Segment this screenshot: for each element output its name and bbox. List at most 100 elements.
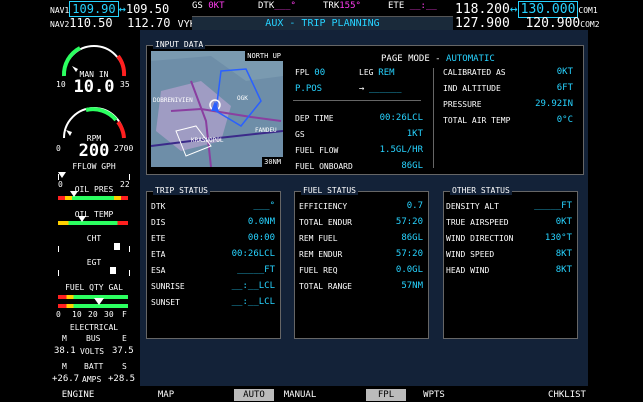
nav1-active-freq[interactable]: 109.90 (69, 1, 119, 17)
com1-row[interactable]: 118.200↔ 130.000 COM1 (455, 1, 598, 18)
pressure-value[interactable]: 29.92IN (497, 99, 573, 109)
fuel-tick-30: 30 (104, 310, 114, 319)
trip-ete-value: 00:00 (247, 233, 275, 243)
nav1-standby-freq[interactable]: 109.50 (126, 2, 169, 16)
trip-esa-value: _____FT (237, 265, 275, 275)
volts-e-value: 37.5 (112, 346, 134, 356)
fuel-efficiency-value: 0.7 (406, 201, 423, 211)
egt-bar (58, 270, 130, 276)
nav1-row[interactable]: NAV1 109.90 ↔109.50 (50, 1, 169, 17)
dest-waypoint[interactable]: ______ (369, 84, 402, 94)
com2-row[interactable]: 127.900 120.900COM2 (455, 16, 600, 31)
com2-standby-freq[interactable]: 120.900 (525, 16, 580, 31)
flight-status-strip: GS 0KT DTK___° TRK155° ETE __:__ (190, 1, 455, 15)
nav2-standby-freq[interactable]: 112.70 (127, 16, 170, 30)
rpm-max-label: 2700 (114, 144, 134, 153)
trip-sunset-label: SUNSET (151, 298, 180, 307)
wind-direction-value: 130°T (544, 233, 572, 243)
divider (293, 100, 421, 101)
fuel-status-panel: FUEL STATUS EFFICIENCY 0.7 TOTAL ENDUR 5… (294, 186, 429, 339)
trip-sunset-value: __:__LCL (231, 297, 275, 307)
density-alt-label: DENSITY ALT (446, 202, 499, 211)
density-alt-value: _____FT (534, 201, 572, 211)
wind-speed-label: WIND SPEED (446, 250, 495, 259)
map-softkey[interactable]: MAP (148, 389, 184, 401)
page-mode: PAGE MODE - AUTOMATIC (381, 54, 495, 64)
map-orientation-label[interactable]: NORTH UP (245, 51, 283, 61)
trip-esa-label: ESA (151, 266, 166, 275)
dtk-readout: DTK___° (258, 1, 296, 11)
input-data-title: INPUT DATA (153, 40, 206, 49)
batt-s-label: S (122, 362, 127, 371)
com1-active-freq[interactable]: 118.200 (455, 2, 510, 17)
trip-dtk-value: ___° (253, 201, 275, 211)
trip-ete-label: ETE (151, 234, 166, 243)
dep-time-value[interactable]: 00:26LCL (347, 113, 423, 123)
fpl-field: FPL 00 (295, 68, 326, 78)
fuel-rem-endur-value: 57:20 (395, 249, 423, 259)
inset-map-graphic (151, 56, 283, 167)
nav2-active-freq[interactable]: 110.50 (69, 16, 112, 30)
fuel-qty-bar-bottom (58, 304, 128, 308)
com1-label: COM1 (578, 6, 598, 15)
inset-map[interactable]: NORTH UP DOBRENIVIEN KRASNOPOL FANDEU OG… (151, 51, 283, 167)
fuel-tick-20: 20 (88, 310, 98, 319)
map-range-label[interactable]: 30NM (262, 157, 283, 167)
nav2-label: NAV2 (50, 20, 70, 29)
gs-value[interactable]: 1KT (347, 129, 423, 139)
wpts-softkey[interactable]: WPTS (414, 389, 454, 401)
oil-temp-bar (58, 221, 128, 225)
other-status-panel: OTHER STATUS DENSITY ALT _____FT TRUE AI… (443, 186, 578, 339)
head-wind-label: HEAD WIND (446, 266, 490, 275)
fuel-tick-f: F (122, 310, 127, 319)
other-status-title: OTHER STATUS (450, 186, 512, 195)
total-air-temp-value[interactable]: 0°C (497, 115, 573, 125)
manual-softkey[interactable]: MANUAL (280, 389, 320, 401)
nav1-swap-icon[interactable]: ↔ (119, 2, 126, 16)
nav1-label: NAV1 (50, 6, 70, 15)
bus-m-label: M (62, 334, 67, 343)
trip-eta-label: ETA (151, 250, 166, 259)
fpl-softkey[interactable]: FPL (366, 389, 406, 401)
fuel-qty-pointer-icon (94, 298, 104, 305)
nav2-row[interactable]: NAV2110.50 112.70 VYK (50, 16, 196, 30)
leg-arrow-icon: → (359, 84, 365, 94)
fuel-total-endur-value: 57:20 (395, 217, 423, 227)
auto-softkey[interactable]: AUTO (234, 389, 274, 401)
ind-altitude-value[interactable]: 6FT (497, 83, 573, 93)
amps-s-value: +28.5 (108, 374, 136, 384)
fuel-rem-endur-label: REM ENDUR (299, 250, 343, 259)
rpm-min-label: 0 (56, 144, 61, 153)
fuel-tick-0: 0 (56, 310, 61, 319)
head-wind-value: 8KT (555, 265, 572, 275)
trip-sunrise-value: __:__LCL (231, 281, 275, 291)
input-data-panel: INPUT DATA NORTH UP DOBRENIVIEN KRASNOPO… (146, 40, 584, 175)
bus-e-label: E (122, 334, 127, 343)
engine-indication-strip: 10 35 MAN IN 10.0 RPM 200 0 2700 FFLOW G… (50, 34, 138, 388)
wind-speed-value: 8KT (555, 249, 572, 259)
fflow-label: FFLOW GPH (72, 162, 116, 171)
amps-m-value: +26.7 (52, 374, 80, 384)
dep-time-label: DEP TIME (295, 114, 334, 123)
fpl-value[interactable]: 00 (314, 68, 325, 78)
leg-value[interactable]: REM (378, 68, 394, 78)
ppos-waypoint[interactable]: P.POS (295, 84, 322, 94)
com1-swap-icon[interactable]: ↔ (510, 2, 518, 17)
chklist-softkey[interactable]: CHKLIST (544, 389, 590, 401)
oil-temp-label: OIL TEMP (74, 210, 114, 219)
com2-label: COM2 (580, 20, 600, 29)
fuel-efficiency-label: EFFICIENCY (299, 202, 348, 211)
fuel-flow-label: FUEL FLOW (295, 146, 339, 155)
calibrated-as-value[interactable]: 0KT (497, 67, 573, 77)
engine-softkey[interactable]: ENGINE (56, 389, 100, 401)
electrical-label: ELECTRICAL (69, 323, 119, 332)
amps-label: AMPS (82, 375, 102, 384)
page-mode-value[interactable]: AUTOMATIC (446, 54, 495, 64)
fuel-flow-value[interactable]: 1.5GL/HR (347, 145, 423, 155)
com2-active-freq[interactable]: 127.900 (455, 16, 510, 31)
oil-pres-pointer-icon (70, 191, 78, 197)
man-value: 10.0 (73, 77, 115, 97)
gs-label: GS (295, 130, 305, 139)
fuel-onboard-value[interactable]: 86GL (347, 161, 423, 171)
egt-label: EGT (86, 258, 102, 267)
